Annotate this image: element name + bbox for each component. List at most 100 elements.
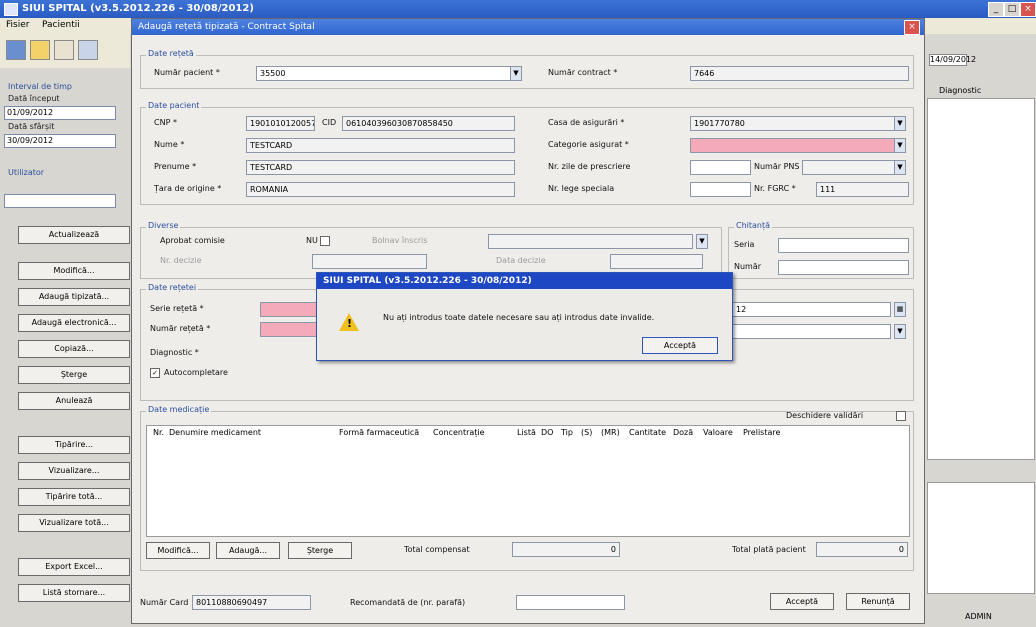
total-compensat-label: Total compensat xyxy=(404,545,470,554)
vizualizare-button[interactable]: Vizualizare... xyxy=(18,462,130,480)
renunta-button[interactable]: Renunță xyxy=(846,593,910,610)
nr-zile-field[interactable] xyxy=(690,160,751,175)
lista-stornare-button[interactable]: Listă stornare... xyxy=(18,584,130,602)
diagnostic-label: Diagnostic * xyxy=(150,348,199,357)
col-prelistare[interactable]: Prelistare xyxy=(743,428,780,437)
nr-lege-label: Nr. lege speciala xyxy=(548,184,615,193)
prenume-field[interactable]: TESTCARD xyxy=(246,160,515,175)
chevron-down-icon[interactable]: ▼ xyxy=(894,324,906,339)
numar-chitanta-label: Număr xyxy=(734,262,762,271)
start-date-label: Dată început xyxy=(8,94,60,103)
chevron-down-icon[interactable]: ▼ xyxy=(894,116,906,131)
col-tip[interactable]: Tip xyxy=(561,428,573,437)
col-denumire[interactable]: Denumire medicament xyxy=(169,428,261,437)
seria-label: Seria xyxy=(734,240,755,249)
menu-pacientii[interactable]: Pacientii xyxy=(42,20,80,30)
maximize-icon[interactable]: □ xyxy=(1004,2,1020,17)
data-decizie-field[interactable] xyxy=(610,254,703,269)
sterge-left-button[interactable]: Șterge xyxy=(18,366,130,384)
dialog-title-bar: Adaugă rețetă tipizată - Contract Spital… xyxy=(132,19,924,35)
nr-zile-label: Nr. zile de prescriere xyxy=(548,162,631,171)
accepta-button[interactable]: Acceptă xyxy=(770,593,834,610)
chevron-down-icon[interactable]: ▼ xyxy=(894,160,906,175)
print-icon[interactable] xyxy=(78,40,98,60)
serie-reteta-label: Serie rețetă * xyxy=(150,304,204,313)
col-mr[interactable]: (MR) xyxy=(601,428,620,437)
nr-pns-label: Număr PNS xyxy=(754,162,800,171)
numar-contract-field[interactable]: 7646 xyxy=(690,66,909,81)
main-window-title: SIUI SPITAL (v3.5.2012.226 - 30/08/2012) xyxy=(22,3,254,14)
nr-lege-field[interactable] xyxy=(690,182,751,197)
message-box-title: SIUI SPITAL (v3.5.2012.226 - 30/08/2012) xyxy=(323,276,532,286)
user-select[interactable] xyxy=(4,194,116,208)
chevron-down-icon[interactable]: ▼ xyxy=(696,234,708,249)
minimize-icon[interactable]: _ xyxy=(988,2,1004,17)
col-valoare[interactable]: Valoare xyxy=(703,428,733,437)
data-reteta-field[interactable]: 12 xyxy=(732,302,891,317)
tiparire-button[interactable]: Tipărire... xyxy=(18,436,130,454)
nr-decizie-label: Nr. decizie xyxy=(160,256,202,265)
tara-field[interactable]: ROMANIA xyxy=(246,182,515,197)
deschidere-validari-label: Deschidere validări xyxy=(786,411,864,420)
numar-chitanta-field[interactable] xyxy=(778,260,909,275)
sterge-med-button[interactable]: Șterge xyxy=(288,542,352,559)
dialog-close-icon[interactable]: × xyxy=(904,20,920,35)
col-forma[interactable]: Formă farmaceutică xyxy=(339,428,419,437)
actualizeaza-button[interactable]: Actualizează xyxy=(18,226,130,244)
adauga-tipizata-button[interactable]: Adaugă tipizată... xyxy=(18,288,130,306)
deschidere-validari-checkbox[interactable] xyxy=(896,411,906,421)
user-icon[interactable] xyxy=(54,40,74,60)
message-accepta-button[interactable]: Acceptă xyxy=(642,337,718,354)
modifica-button[interactable]: Modifică... xyxy=(18,262,130,280)
copiaza-button[interactable]: Copiază... xyxy=(18,340,130,358)
start-date-input[interactable]: 01/09/2012 xyxy=(4,106,116,120)
right-grid[interactable] xyxy=(927,98,1035,460)
nr-pns-field[interactable] xyxy=(802,160,895,175)
adauga-electronica-button[interactable]: Adaugă electronică... xyxy=(18,314,130,332)
seria-field[interactable] xyxy=(778,238,909,253)
col-s[interactable]: (S) xyxy=(581,428,592,437)
cnp-field[interactable]: 1901010120057 xyxy=(246,116,315,131)
aprobat-label: Aprobat comisie xyxy=(160,236,225,245)
nr-fgrc-field[interactable]: 111 xyxy=(816,182,909,197)
medicatie-grid[interactable]: Nr. Denumire medicament Formă farmaceuti… xyxy=(146,425,910,537)
tiparire-tota-button[interactable]: Tipărire totă... xyxy=(18,488,130,506)
folder-icon[interactable] xyxy=(30,40,50,60)
nume-field[interactable]: TESTCARD xyxy=(246,138,515,153)
end-date-input[interactable]: 30/09/2012 xyxy=(4,134,116,148)
close-icon[interactable]: × xyxy=(1020,2,1036,17)
cid-field[interactable]: 061040396030870858450 xyxy=(342,116,515,131)
anuleaza-button[interactable]: Anulează xyxy=(18,392,130,410)
numar-pacient-field[interactable]: 35500 xyxy=(256,66,511,81)
nume-label: Nume * xyxy=(154,140,185,149)
aprobat-checkbox[interactable] xyxy=(320,236,330,246)
chevron-down-icon[interactable]: ▼ xyxy=(894,138,906,153)
export-excel-button[interactable]: Export Excel... xyxy=(18,558,130,576)
categorie-field[interactable] xyxy=(690,138,895,153)
bolnav-field[interactable] xyxy=(488,234,693,249)
recomandat-field[interactable] xyxy=(516,595,625,610)
col-cantitate[interactable]: Cantitate xyxy=(629,428,666,437)
data-decizie-label: Data decizie xyxy=(496,256,546,265)
calendar-icon[interactable]: ▦ xyxy=(894,302,906,317)
diagnostic-field[interactable] xyxy=(732,324,891,339)
total-plata-field: 0 xyxy=(816,542,908,557)
chevron-down-icon[interactable]: ▼ xyxy=(510,66,522,81)
autocompletare-checkbox[interactable]: ✓ xyxy=(150,368,160,378)
modifica-med-button[interactable]: Modifică... xyxy=(146,542,210,559)
col-do[interactable]: DO xyxy=(541,428,553,437)
save-icon[interactable] xyxy=(6,40,26,60)
casa-field[interactable]: 1901770780 xyxy=(690,116,895,131)
menu-fisier[interactable]: Fisier xyxy=(6,20,29,30)
col-lista[interactable]: Listă xyxy=(517,428,536,437)
col-concentratie[interactable]: Concentrație xyxy=(433,428,485,437)
toolbar xyxy=(0,34,130,68)
adauga-med-button[interactable]: Adaugă... xyxy=(216,542,280,559)
vizualizare-tota-button[interactable]: Vizualizare totă... xyxy=(18,514,130,532)
nr-decizie-field[interactable] xyxy=(312,254,427,269)
col-doza[interactable]: Doză xyxy=(673,428,693,437)
group-medicatie-title: Date medicație xyxy=(146,405,212,414)
numar-card-field[interactable]: 80110880690497 xyxy=(192,595,311,610)
right-grid-bottom[interactable] xyxy=(927,482,1035,594)
col-nr[interactable]: Nr. xyxy=(153,428,164,437)
